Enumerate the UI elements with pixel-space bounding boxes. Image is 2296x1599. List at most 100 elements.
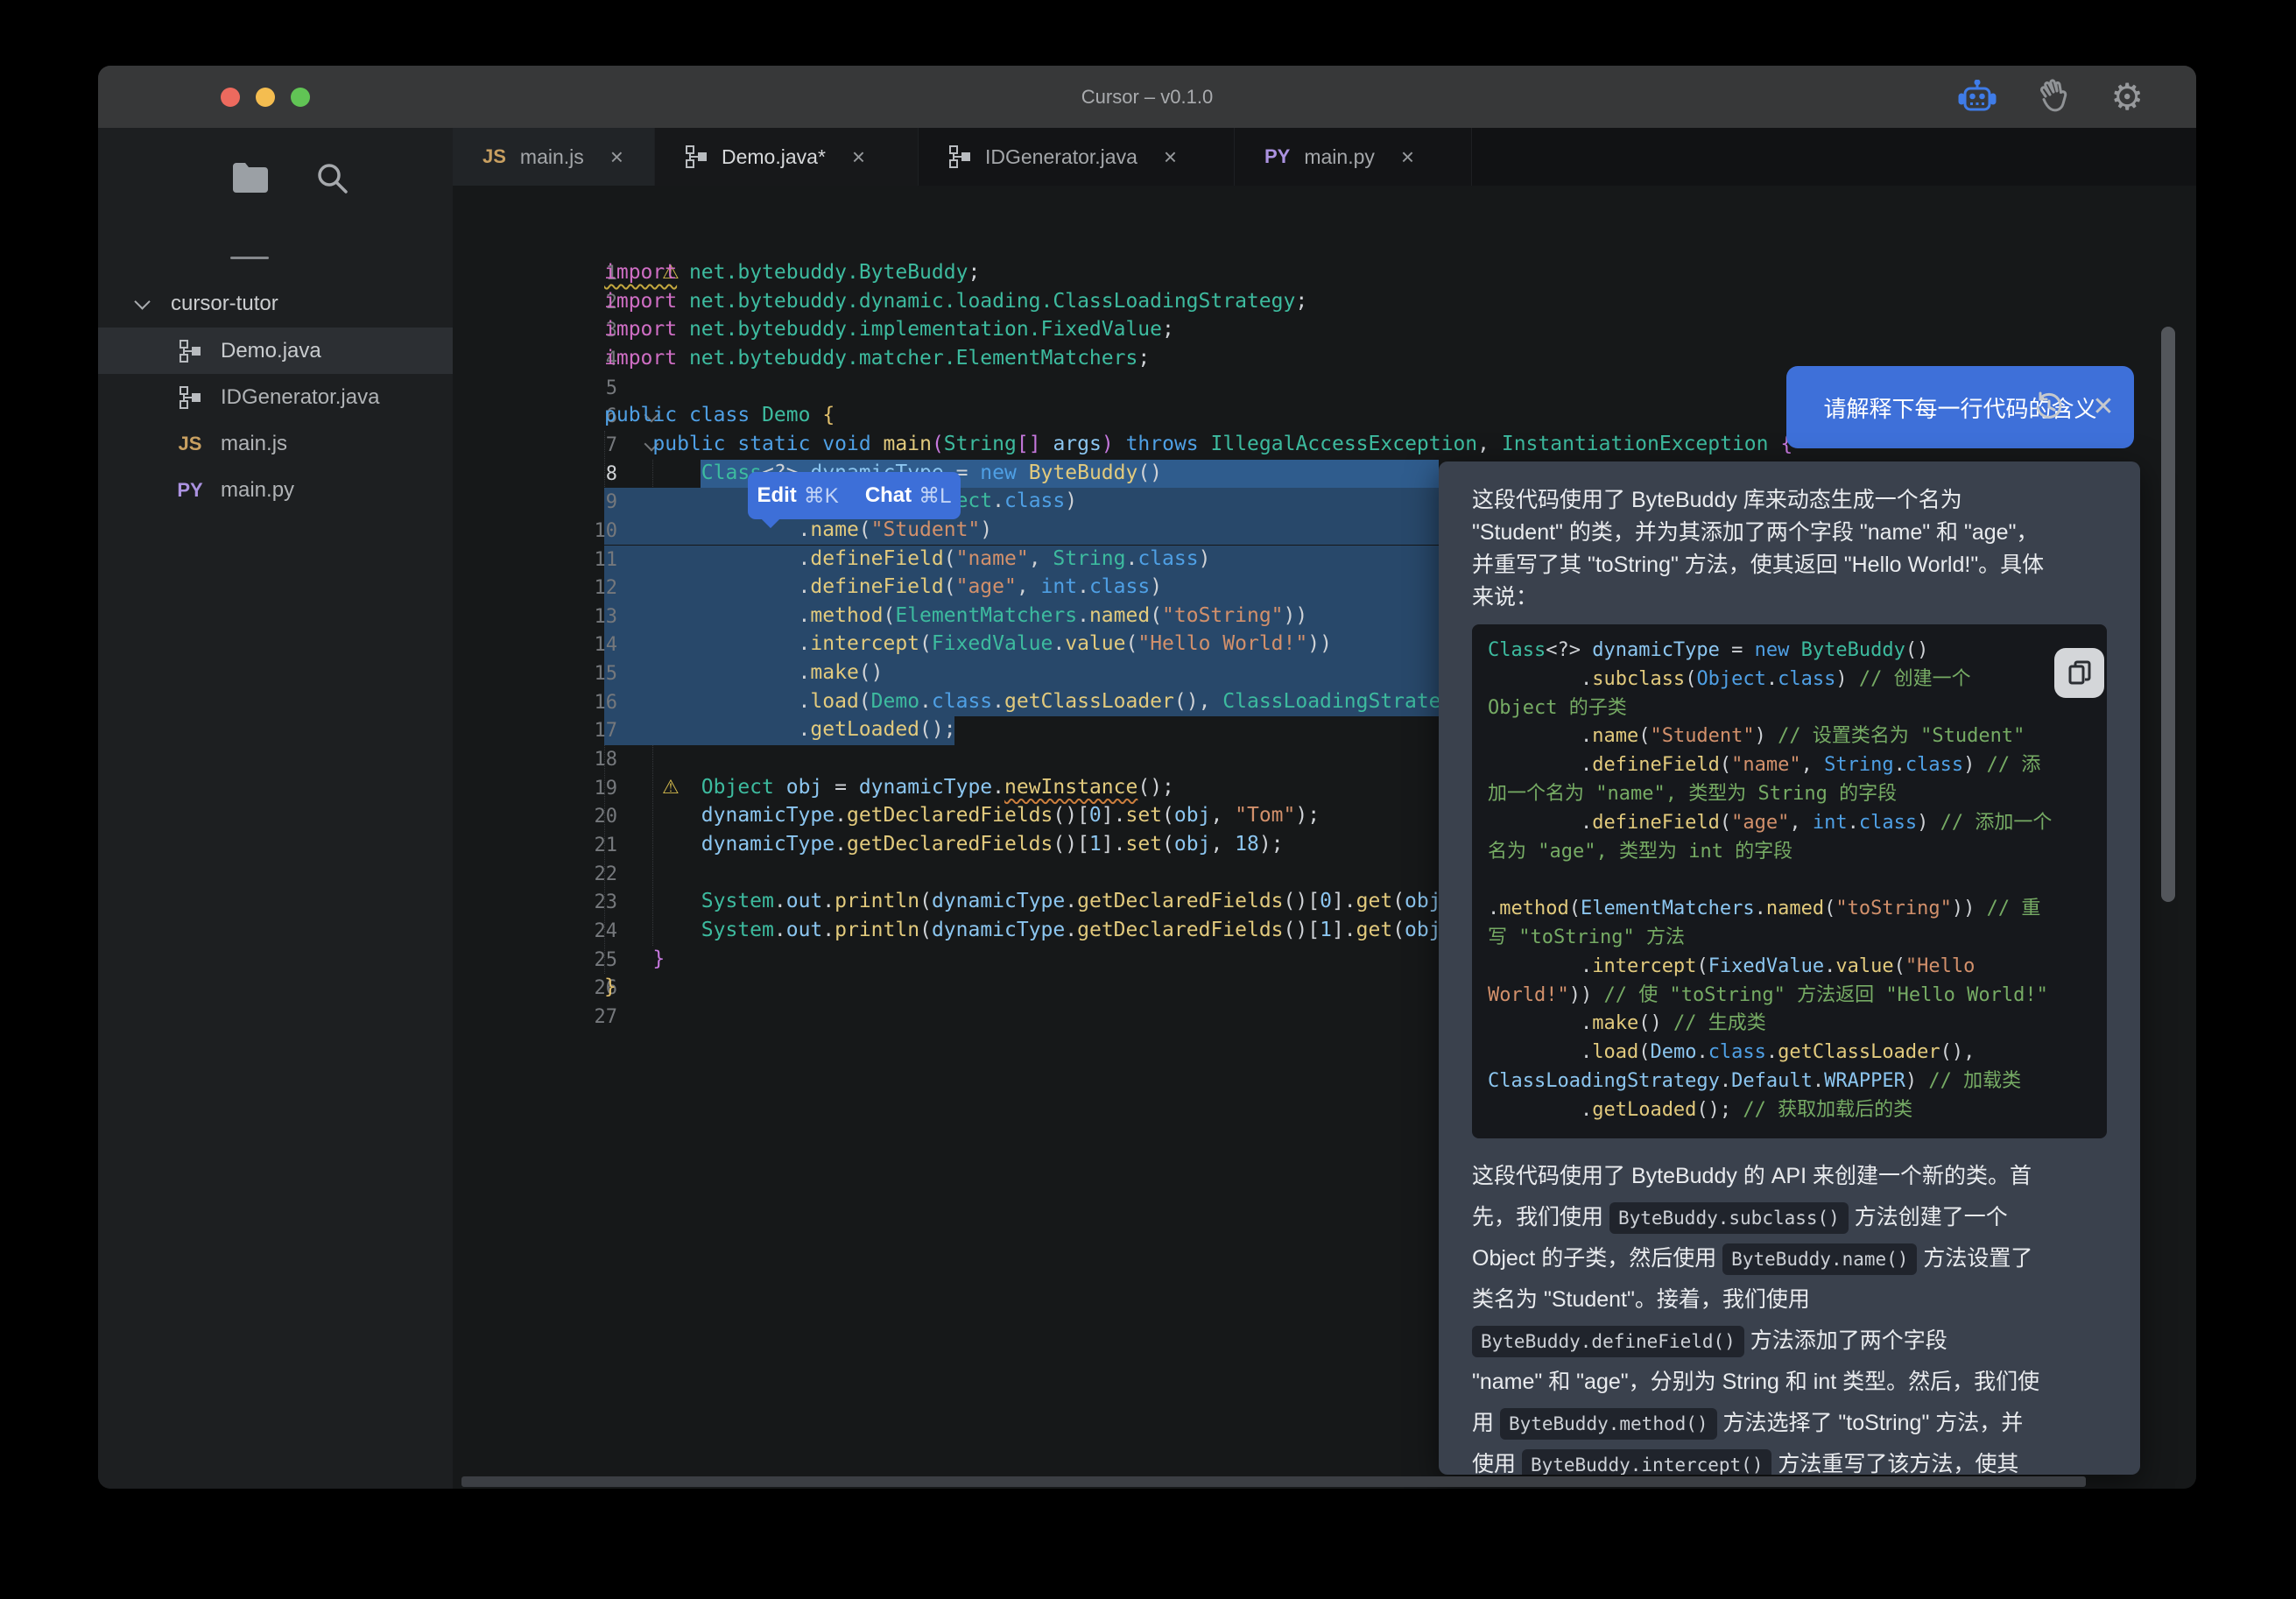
response-text-line: Object 的子类，然后使用 ByteBuddy.name() 方法设置了	[1472, 1238, 2111, 1279]
history-icon[interactable]	[2033, 391, 2065, 423]
ai-response-panel: 这段代码使用了 ByteBuddy 库来动态生成一个名为"Student" 的类…	[1439, 461, 2140, 1475]
close-icon[interactable]: ✕	[2088, 391, 2119, 423]
close-tab-icon[interactable]: ×	[1164, 144, 1177, 171]
response-text-line: ByteBuddy.defineField() 方法添加了两个字段	[1472, 1321, 2111, 1362]
file-name: main.py	[221, 478, 294, 503]
code-line[interactable]: import net.bytebuddy.ByteBuddy;	[604, 261, 980, 284]
response-text-line: 类名为 "Student"。接着，我们使用	[1472, 1279, 2111, 1321]
tab-main.py[interactable]: PY main.py ×	[1235, 128, 1472, 186]
code-line[interactable]: }	[604, 947, 665, 970]
code-line[interactable]: System.out.println(dynamicType.getDeclar…	[604, 919, 1477, 941]
response-text-line: 先，我们使用 ByteBuddy.subclass() 方法创建了一个	[1472, 1197, 2111, 1238]
line-number[interactable]: 5	[556, 377, 617, 399]
edit-chat-tooltip: Edit ⌘K Chat ⌘L	[748, 472, 961, 519]
code-line[interactable]: .method(ElementMatchers.named("toString"…	[604, 604, 1307, 627]
explorer-folder-icon[interactable]	[231, 161, 270, 194]
code-block-line	[1488, 866, 2107, 895]
code-block-line: 写 "toString" 方法	[1488, 924, 2107, 953]
response-text-line: 来说：	[1472, 581, 2111, 614]
chat-label: Chat	[865, 483, 912, 508]
sidebar-item-main.js[interactable]: JSmain.js	[98, 420, 453, 467]
tab-label: IDGenerator.java	[985, 145, 1137, 169]
search-icon[interactable]	[313, 159, 350, 196]
java-file-icon	[179, 339, 201, 363]
sidebar-item-IDGenerator.java[interactable]: IDGenerator.java	[98, 374, 453, 420]
code-line[interactable]: public class Demo {	[604, 404, 835, 426]
sidebar-root-folder[interactable]: cursor-tutor	[98, 284, 453, 324]
vertical-scrollbar[interactable]	[2161, 327, 2175, 902]
sidebar: cursor-tutor Demo.java IDGenerator.java JS…	[98, 128, 453, 1489]
response-code-block: Class<?> dynamicType = new ByteBuddy() .…	[1472, 624, 2107, 1138]
response-intro: 这段代码使用了 ByteBuddy 库来动态生成一个名为"Student" 的类…	[1472, 484, 2111, 614]
code-line[interactable]: System.out.println(dynamicType.getDeclar…	[604, 890, 1477, 912]
close-tab-icon[interactable]: ×	[1401, 144, 1414, 171]
code-line[interactable]: .defineField("name", String.class)	[604, 547, 1210, 570]
code-line[interactable]: }	[604, 976, 616, 998]
line-number[interactable]: 18	[556, 749, 617, 771]
chevron-down-icon	[134, 293, 150, 309]
chat-actions: ✕	[2033, 391, 2119, 423]
edit-label: Edit	[757, 483, 796, 508]
code-block-line: 加一个名为 "name", 类型为 String 的字段	[1488, 780, 2107, 809]
code-line[interactable]: import net.bytebuddy.implementation.Fixe…	[604, 318, 1174, 341]
response-body: 这段代码使用了 ByteBuddy 的 API 来创建一个新的类。首先，我们使用…	[1472, 1156, 2111, 1475]
file-name: IDGenerator.java	[221, 385, 379, 410]
code-block-line: .method(ElementMatchers.named("toString"…	[1488, 895, 2107, 924]
code-block-line: .load(Demo.class.getClassLoader(),	[1488, 1039, 2107, 1067]
line-number[interactable]: 27	[556, 1006, 617, 1028]
wave-hand-icon[interactable]	[2035, 79, 2072, 116]
tab-label: main.js	[520, 145, 584, 169]
code-line[interactable]: .intercept(FixedValue.value("Hello World…	[604, 632, 1332, 655]
modified-marker: *	[818, 145, 826, 169]
code-line[interactable]: .name("Student")	[604, 518, 992, 541]
javascript-file-icon: JS	[482, 145, 506, 168]
sidebar-item-Demo.java[interactable]: Demo.java	[98, 328, 453, 374]
horizontal-scrollbar[interactable]	[461, 1476, 2086, 1487]
inline-code-chip: ByteBuddy.subclass()	[1609, 1202, 1849, 1234]
close-tab-icon[interactable]: ×	[852, 144, 865, 171]
code-line[interactable]: dynamicType.getDeclaredFields()[1].set(o…	[604, 833, 1284, 856]
inline-code-chip: ByteBuddy.name()	[1722, 1243, 1917, 1275]
edit-command-button[interactable]: Edit ⌘K	[757, 483, 838, 509]
chat-shortcut: ⌘L	[919, 483, 951, 509]
tab-bar: JSmain.js×Demo.java *×IDGenerator.java×P…	[453, 128, 2196, 186]
code-block-line: Object 的子类	[1488, 694, 2107, 723]
code-line[interactable]: .getLoaded();	[604, 718, 956, 741]
response-text-line: 使用 ByteBuddy.intercept() 方法重写了该方法，使其	[1472, 1444, 2111, 1475]
screen: Cursor – v0.1.0	[0, 0, 2296, 1599]
code-line[interactable]: public static void main(String[] args) t…	[604, 433, 1792, 455]
robot-icon[interactable]	[1958, 80, 1997, 115]
edit-shortcut: ⌘K	[804, 483, 839, 509]
tab-label: main.py	[1304, 145, 1375, 169]
sidebar-item-main.py[interactable]: PYmain.py	[98, 467, 453, 513]
explorer-active-indicator	[230, 257, 269, 259]
code-block-line: .defineField("name", String.class) // 添	[1488, 751, 2107, 780]
code-line[interactable]: import net.bytebuddy.matcher.ElementMatc…	[604, 347, 1150, 370]
response-text-line: 用 ByteBuddy.method() 方法选择了 "toString" 方法…	[1472, 1403, 2111, 1444]
line-number[interactable]: 22	[556, 863, 617, 885]
copy-code-button[interactable]	[2054, 648, 2104, 698]
title-bar: Cursor – v0.1.0	[98, 66, 2196, 128]
code-line[interactable]: dynamicType.getDeclaredFields()[0].set(o…	[604, 804, 1320, 827]
java-file-icon	[948, 144, 971, 169]
tab-main.js[interactable]: JS main.js ×	[453, 128, 655, 186]
tab-IDGenerator.java[interactable]: IDGenerator.java ×	[919, 128, 1235, 186]
inline-code-chip: ByteBuddy.defineField()	[1472, 1326, 1744, 1357]
close-tab-icon[interactable]: ×	[610, 144, 623, 171]
root-folder-label: cursor-tutor	[171, 292, 278, 316]
code-line[interactable]: .make()	[604, 661, 884, 684]
code-block-line: .make() // 生成类	[1488, 1010, 2107, 1039]
inline-code-chip: ByteBuddy.intercept()	[1522, 1449, 1772, 1475]
response-text-line: 并重写了其 "toString" 方法，使其返回 "Hello World!"。…	[1472, 549, 2111, 581]
code-line[interactable]: Object obj = dynamicType.newInstance();	[604, 776, 1174, 799]
code-block-line: .defineField("age", int.class) // 添加一个	[1488, 809, 2107, 838]
code-line[interactable]: import net.bytebuddy.dynamic.loading.Cla…	[604, 290, 1307, 313]
response-text-line: 这段代码使用了 ByteBuddy 库来动态生成一个名为	[1472, 484, 2111, 517]
settings-gear-icon[interactable]: ⚙	[2110, 79, 2144, 116]
chat-command-button[interactable]: Chat ⌘L	[865, 483, 952, 509]
tab-Demo.java[interactable]: Demo.java *×	[655, 128, 919, 186]
python-file-icon: PY	[1264, 145, 1290, 168]
code-line[interactable]: .defineField("age", int.class)	[604, 575, 1162, 598]
inline-code-chip: ByteBuddy.method()	[1500, 1408, 1717, 1440]
code-block-line: .subclass(Object.class) // 创建一个	[1488, 666, 2107, 694]
